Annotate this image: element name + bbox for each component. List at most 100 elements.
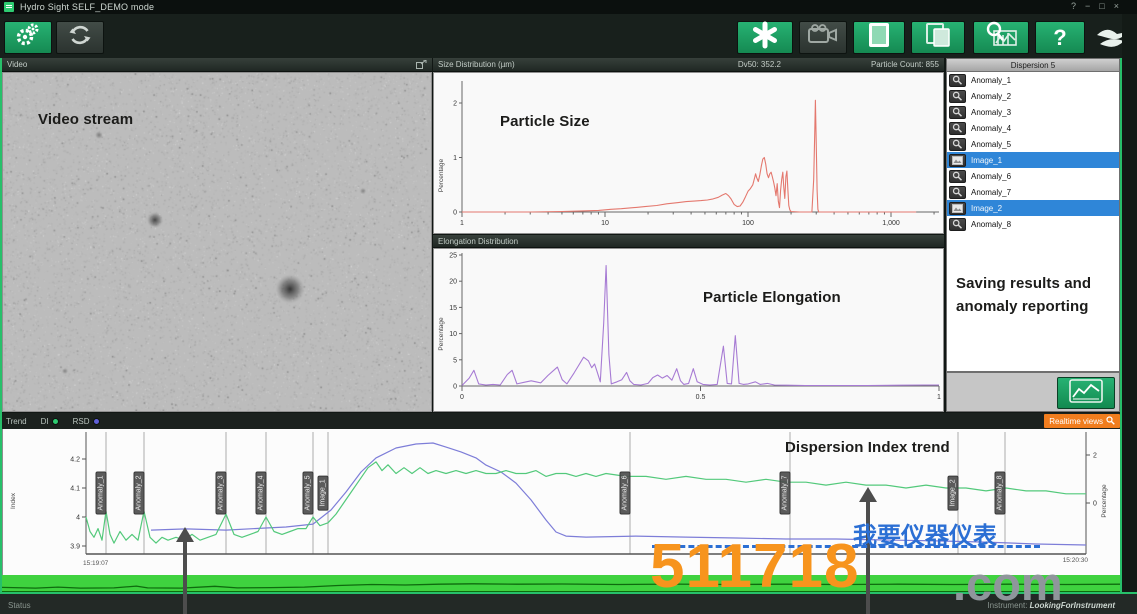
list-item-anomaly_7[interactable]: Anomaly_7 xyxy=(947,184,1119,200)
trend-title: Trend xyxy=(6,417,27,426)
image-icon xyxy=(867,21,891,54)
size-panel-title: Size Distribution (µm) xyxy=(438,60,515,69)
magnifier-icon[interactable] xyxy=(949,138,966,151)
svg-text:4.2: 4.2 xyxy=(70,457,80,464)
image-thumb-icon[interactable] xyxy=(949,154,966,167)
annotation-particle-size: Particle Size xyxy=(500,110,590,133)
svg-text:4: 4 xyxy=(76,515,80,522)
results-panel-header: Dispersion 5 xyxy=(946,58,1120,72)
annotation-particle-elongation: Particle Elongation xyxy=(703,286,841,309)
list-item-anomaly_3[interactable]: Anomaly_3 xyxy=(947,104,1119,120)
list-item-image_1[interactable]: Image_1 xyxy=(947,152,1119,168)
elongation-panel-title: Elongation Distribution xyxy=(438,237,518,246)
help-button[interactable]: ? xyxy=(1035,21,1085,54)
list-item-anomaly_4[interactable]: Anomaly_4 xyxy=(947,120,1119,136)
title-bar: Hydro Sight SELF_DEMO mode ? − □ × xyxy=(0,0,1137,14)
svg-text:Percentage: Percentage xyxy=(438,158,445,192)
dv50-value: Dv50: 352.2 xyxy=(738,60,781,69)
magnifier-icon xyxy=(1106,416,1115,427)
realtime-views-badge[interactable]: Realtime views xyxy=(1044,414,1120,428)
list-item-label: Anomaly_6 xyxy=(971,172,1011,181)
question-icon: ? xyxy=(1053,25,1066,51)
camera-icon xyxy=(808,24,838,51)
svg-text:15:20:30: 15:20:30 xyxy=(1063,557,1089,564)
svg-text:0: 0 xyxy=(460,394,464,401)
svg-text:Percentage: Percentage xyxy=(1101,484,1108,518)
image-thumb-icon[interactable] xyxy=(949,202,966,215)
capture-series-button[interactable] xyxy=(911,21,965,54)
reconnect-button[interactable] xyxy=(56,21,104,54)
list-item-anomaly_6[interactable]: Anomaly_6 xyxy=(947,168,1119,184)
svg-text:4.1: 4.1 xyxy=(70,486,80,493)
elongation-panel-header: Elongation Distribution xyxy=(433,235,944,248)
trend-header: Trend DI RSD Realtime views xyxy=(0,413,1122,429)
legend-di[interactable]: DI xyxy=(41,417,59,426)
report-button[interactable] xyxy=(1057,377,1115,409)
size-distribution-chart: 012Percentage1101001,000 xyxy=(433,72,944,234)
svg-text:3.9: 3.9 xyxy=(70,544,80,551)
left-accent-line xyxy=(0,58,2,592)
annotation-video-stream: Video stream xyxy=(38,108,133,131)
trend-chart[interactable]: 3.944.14.2Index02Percentage15:19:0715:20… xyxy=(2,429,1122,575)
svg-text:25: 25 xyxy=(449,253,457,260)
list-item-label: Anomaly_8 xyxy=(971,220,1011,229)
svg-text:0: 0 xyxy=(1093,501,1097,508)
badge-label: Realtime views xyxy=(1049,417,1103,426)
window-help-button[interactable]: ? xyxy=(1071,1,1076,11)
list-item-label: Anomaly_2 xyxy=(971,92,1011,101)
window-close-button[interactable]: × xyxy=(1114,1,1119,11)
trend-overview-strip[interactable] xyxy=(2,575,1122,592)
svg-text:15: 15 xyxy=(449,305,457,312)
report-chart-icon xyxy=(1069,379,1103,408)
settings-button[interactable] xyxy=(4,21,52,54)
annotation-di-trend: Dispersion Index trend xyxy=(785,436,950,459)
instrument-label: Instrument: xyxy=(987,601,1027,610)
svg-text:10: 10 xyxy=(449,331,457,338)
list-item-label: Anomaly_4 xyxy=(971,124,1011,133)
svg-text:2: 2 xyxy=(1093,453,1097,460)
list-item-label: Anomaly_5 xyxy=(971,140,1011,149)
new-measurement-button[interactable] xyxy=(737,21,793,54)
popout-icon[interactable] xyxy=(416,60,427,69)
review-results-button[interactable] xyxy=(973,21,1029,54)
magnifier-icon[interactable] xyxy=(949,106,966,119)
gears-icon xyxy=(13,22,43,53)
size-panel-header: Size Distribution (µm) Dv50: 352.2 Parti… xyxy=(433,58,944,72)
list-item-anomaly_5[interactable]: Anomaly_5 xyxy=(947,136,1119,152)
svg-text:1: 1 xyxy=(453,155,457,162)
window-title: Hydro Sight SELF_DEMO mode xyxy=(20,2,154,12)
svg-text:1: 1 xyxy=(937,394,941,401)
svg-text:5: 5 xyxy=(453,357,457,364)
watermark-dash-line xyxy=(652,545,1040,548)
images-stack-icon xyxy=(923,21,953,54)
list-item-image_2[interactable]: Image_2 xyxy=(947,200,1119,216)
svg-text:20: 20 xyxy=(449,279,457,286)
results-footer xyxy=(946,372,1120,412)
list-item-anomaly_1[interactable]: Anomaly_1 xyxy=(947,72,1119,88)
status-bar: Status Instrument: LookingForInstrument xyxy=(0,592,1137,614)
record-video-button[interactable] xyxy=(799,21,847,54)
capture-image-button[interactable] xyxy=(853,21,905,54)
annotation-arrow-right xyxy=(859,487,877,614)
results-list: Anomaly_1 Anomaly_2 Anomaly_3 Anomaly_4 Anom… xyxy=(946,72,1120,372)
window-minimize-button[interactable]: − xyxy=(1085,1,1090,11)
magnifier-icon[interactable] xyxy=(949,186,966,199)
legend-rsd[interactable]: RSD xyxy=(73,417,100,426)
legend-rsd-label: RSD xyxy=(73,417,90,426)
list-item-label: Anomaly_7 xyxy=(971,188,1011,197)
window-maximize-button[interactable]: □ xyxy=(1099,1,1104,11)
svg-text:15:19:07: 15:19:07 xyxy=(83,560,109,567)
asterisk-icon xyxy=(751,21,779,54)
right-edge-strip xyxy=(1122,14,1137,592)
list-item-anomaly_2[interactable]: Anomaly_2 xyxy=(947,88,1119,104)
svg-text:Percentage: Percentage xyxy=(438,317,445,351)
magnifier-icon[interactable] xyxy=(949,170,966,183)
magnifier-icon[interactable] xyxy=(949,90,966,103)
list-item-label: Anomaly_3 xyxy=(971,108,1011,117)
magnifier-icon[interactable] xyxy=(949,74,966,87)
svg-text:1: 1 xyxy=(460,220,464,227)
list-item-anomaly_8[interactable]: Anomaly_8 xyxy=(947,216,1119,232)
svg-text:0: 0 xyxy=(453,210,457,217)
magnifier-icon[interactable] xyxy=(949,218,966,231)
magnifier-icon[interactable] xyxy=(949,122,966,135)
